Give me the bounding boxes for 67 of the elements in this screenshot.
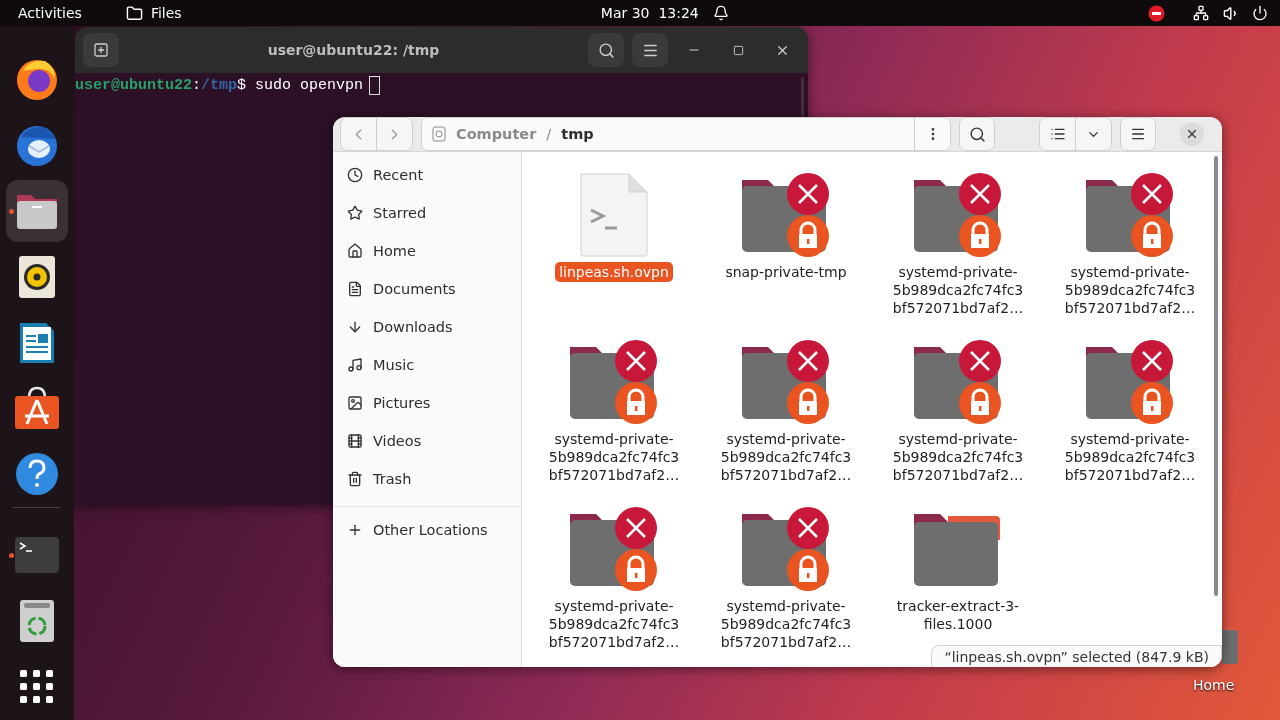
file-name[interactable]: systemd-private- 5b989dca2fc74fc3 bf572071bd7af2…: [716, 429, 856, 485]
plus-icon: [347, 522, 363, 538]
status-bar: “linpeas.sh.ovpn” selected (847.9 kB): [931, 645, 1222, 667]
path-separator: /: [546, 126, 552, 142]
place-icon: [347, 281, 363, 297]
sidebar-item[interactable]: Home: [333, 232, 521, 270]
shopping-bag-icon[interactable]: [14, 386, 60, 431]
sidebar-item[interactable]: Trash: [333, 460, 521, 498]
menu-icon[interactable]: [1130, 126, 1146, 142]
maximize-icon[interactable]: [732, 44, 744, 56]
help-icon[interactable]: [15, 452, 59, 497]
path-segment[interactable]: tmp: [561, 126, 594, 142]
file-name[interactable]: linpeas.sh.ovpn: [555, 262, 673, 282]
list-icon[interactable]: [1049, 126, 1066, 142]
power-icon[interactable]: [1252, 5, 1268, 21]
document-icon[interactable]: [18, 320, 56, 365]
file-name[interactable]: systemd-private- 5b989dca2fc74fc3 bf572071bd7af2…: [716, 596, 856, 652]
place-icon: [347, 167, 363, 183]
sidebar-item[interactable]: Starred: [333, 194, 521, 232]
place-icon: [347, 433, 363, 449]
place-icon: [347, 357, 363, 373]
recycle-bin-icon[interactable]: [19, 599, 55, 644]
file-name[interactable]: systemd-private- 5b989dca2fc74fc3 bf572071bd7af2…: [1060, 262, 1200, 318]
menu-button[interactable]: [1120, 117, 1156, 151]
notification-icon: [712, 5, 729, 21]
file-name[interactable]: snap-private-tmp: [721, 262, 851, 282]
file-name[interactable]: systemd-private- 5b989dca2fc74fc3 bf572071bd7af2…: [888, 429, 1028, 485]
menu-button[interactable]: [632, 33, 668, 67]
place-icon: [347, 319, 363, 335]
search-icon[interactable]: [597, 41, 615, 59]
place-icon: [347, 243, 363, 259]
search-button[interactable]: [588, 33, 624, 67]
text-cursor: [369, 75, 381, 95]
script-file-icon: [579, 172, 649, 258]
sidebar-item[interactable]: Recent: [333, 156, 521, 194]
file-name[interactable]: tracker-extract-3- files.1000: [892, 596, 1024, 634]
new-tab-icon[interactable]: [93, 42, 109, 58]
search-icon[interactable]: [968, 125, 986, 143]
file-name[interactable]: systemd-private- 5b989dca2fc74fc3 bf572071bd7af2…: [544, 429, 684, 485]
close-button[interactable]: [1180, 122, 1204, 146]
close-icon[interactable]: [1185, 127, 1199, 141]
new-tab-button[interactable]: [83, 33, 119, 67]
sidebar-item[interactable]: Downloads: [333, 308, 521, 346]
sidebar-item[interactable]: Videos: [333, 422, 521, 460]
app-menu[interactable]: Files: [150, 5, 182, 21]
desktop-icon-label: Home: [1193, 677, 1235, 693]
activities-button[interactable]: Activities: [18, 5, 82, 21]
folder-icon[interactable]: [125, 4, 143, 22]
sidebar-item[interactable]: Other Locations: [333, 511, 521, 549]
place-icon: [347, 205, 363, 221]
network-icon[interactable]: [1193, 5, 1209, 21]
clock[interactable]: Mar 30 13:24: [600, 5, 699, 21]
file-name[interactable]: systemd-private- 5b989dca2fc74fc3 bf572071bd7af2…: [888, 262, 1028, 318]
do-not-disturb-icon[interactable]: [1148, 4, 1165, 22]
sidebar-item[interactable]: Pictures: [333, 384, 521, 422]
sidebar-item[interactable]: Documents: [333, 270, 521, 308]
window-title: user@ubuntu22: /tmp: [266, 42, 441, 58]
file-name[interactable]: systemd-private- 5b989dca2fc74fc3 bf572071bd7af2…: [544, 596, 684, 652]
app-grid-icon[interactable]: [20, 670, 54, 705]
place-icon: [347, 395, 363, 411]
speaker-icon[interactable]: [18, 254, 56, 299]
command-line: user@ubuntu22:/tmp$ sudo openvpn: [75, 76, 364, 94]
sidebar-item[interactable]: Music: [333, 346, 521, 384]
place-icon: [347, 471, 363, 487]
file-name[interactable]: systemd-private- 5b989dca2fc74fc3 bf572071bd7af2…: [1060, 429, 1200, 485]
search-button[interactable]: [959, 117, 995, 151]
terminal-icon[interactable]: [14, 536, 60, 575]
